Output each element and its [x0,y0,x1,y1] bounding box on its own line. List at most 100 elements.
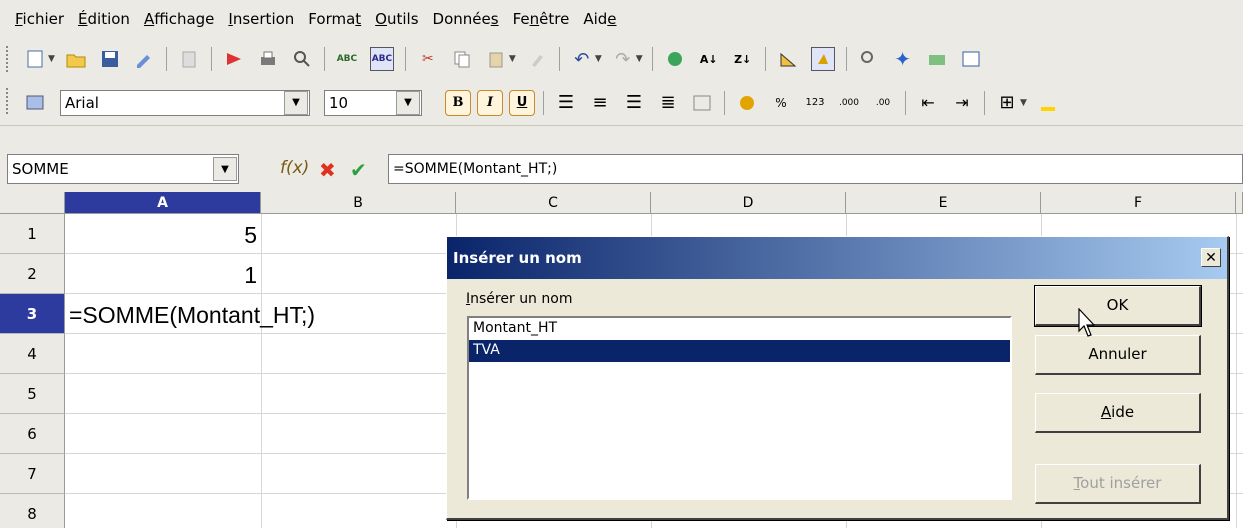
background-color-icon[interactable] [1037,92,1059,114]
menu-outils[interactable]: Outils [368,10,425,28]
chevron-down-icon[interactable]: ▼ [213,157,237,181]
cancel-icon[interactable]: ✖ [319,158,336,182]
menu-mnemonic: A [143,10,155,28]
function-wizard-icon[interactable]: f(x) [280,158,309,178]
toolbar-grip[interactable] [6,88,11,114]
row-header-2[interactable]: 2 [0,254,65,294]
export-pdf-icon[interactable] [223,48,245,70]
sort-descending-icon[interactable]: Z↓ [732,48,754,70]
styles-icon[interactable] [24,92,46,114]
pivot-table-icon[interactable] [810,47,835,71]
chart-icon[interactable] [777,48,799,70]
cell-a1[interactable]: 5 [65,222,257,249]
column-header-g[interactable] [1236,192,1243,214]
new-document-icon[interactable] [24,48,46,70]
formatting-toolbar: Arial ▼ 10 ▼ B I U ☰ ≡ ☰ ≣ % 123 .000 .0… [0,80,1243,125]
ok-button[interactable]: OK [1034,285,1202,327]
increase-indent-icon[interactable]: ⇥ [951,92,973,114]
redo-icon[interactable]: ↷ [612,48,634,70]
toolbar-grip[interactable] [6,46,11,72]
cut-icon[interactable]: ✂ [417,48,439,70]
row-header-6[interactable]: 6 [0,414,65,454]
close-icon[interactable]: ✕ [1201,248,1221,267]
open-folder-icon[interactable] [65,48,87,70]
autospellcheck-icon[interactable]: ABC [369,47,394,71]
italic-button[interactable]: I [477,89,503,116]
column-header-e[interactable]: E [846,192,1041,214]
navigator-icon[interactable]: ✦ [892,47,914,71]
menu-insertion[interactable]: Insertion [221,10,301,28]
cancel-button[interactable]: Annuler [1035,335,1201,375]
percent-format-icon[interactable]: % [770,92,792,114]
font-name-combo[interactable]: Arial ▼ [60,89,310,116]
names-listbox[interactable]: Montant_HT TVA [467,316,1012,500]
currency-format-icon[interactable] [736,92,758,114]
align-right-icon[interactable]: ☰ [623,92,645,114]
data-sources-icon[interactable] [960,48,982,70]
column-header-f[interactable]: F [1041,192,1236,214]
chevron-down-icon[interactable]: ▼ [636,54,643,64]
chevron-down-icon[interactable]: ▼ [396,90,420,115]
bold-button[interactable]: B [445,89,471,116]
clone-formatting-icon[interactable] [526,48,548,70]
column-label: B [353,195,363,211]
row-header-7[interactable]: 7 [0,454,65,494]
dialog-title-bar[interactable]: Insérer un nom [447,237,1227,279]
spellcheck-icon[interactable]: ABC [336,48,358,70]
list-item-montant-ht[interactable]: Montant_HT [469,318,1010,340]
chevron-down-icon[interactable]: ▼ [48,54,55,64]
find-icon[interactable] [858,48,880,70]
gallery-icon[interactable] [926,48,948,70]
row-header-5[interactable]: 5 [0,374,65,414]
paste-icon[interactable] [485,48,507,70]
accept-icon[interactable]: ✔ [350,158,367,182]
align-left-icon[interactable]: ☰ [555,92,577,114]
decrease-indent-icon[interactable]: ⇤ [917,92,939,114]
cell-a3[interactable]: =SOMME(Montant_HT;) [69,302,315,329]
menu-fenetre[interactable]: Fenêtre [506,10,577,28]
standard-format-icon[interactable]: 123 [804,92,826,114]
chevron-down-icon[interactable]: ▼ [284,90,308,115]
column-header-d[interactable]: D [651,192,846,214]
underline-button[interactable]: U [509,89,535,116]
chevron-down-icon[interactable]: ▼ [509,54,516,64]
sort-ascending-icon[interactable]: A↓ [698,48,720,70]
menu-donnees[interactable]: Données [426,10,506,28]
print-icon[interactable] [257,48,279,70]
edit-file-icon[interactable] [133,48,155,70]
add-decimal-icon[interactable]: .000 [838,92,860,114]
menu-edition[interactable]: Édition [71,10,137,28]
menu-aide[interactable]: Aide [576,10,623,28]
print-preview-icon[interactable] [291,48,313,70]
merge-cells-icon[interactable] [691,92,713,114]
corner-select-all[interactable] [0,192,65,214]
align-center-icon[interactable]: ≡ [589,92,611,114]
menu-affichage[interactable]: Affichage [137,10,221,28]
justify-icon[interactable]: ≣ [657,92,679,114]
help-button[interactable]: Aide [1035,393,1201,433]
copy-icon[interactable] [451,48,473,70]
chevron-down-icon[interactable]: ▼ [595,54,602,64]
cell-a2[interactable]: 1 [65,262,257,289]
column-header-a[interactable]: A [65,192,261,214]
remove-decimal-icon[interactable]: .00 [872,92,894,114]
list-item-tva[interactable]: TVA [469,340,1010,362]
name-box[interactable]: SOMME ▼ [7,154,239,184]
column-header-c[interactable]: C [456,192,651,214]
insert-all-button[interactable]: Tout insérer [1035,464,1201,504]
borders-icon[interactable]: ⊞ [996,92,1018,114]
undo-icon[interactable]: ↶ [571,48,593,70]
menu-format[interactable]: Format [301,10,368,28]
column-header-b[interactable]: B [261,192,456,214]
chevron-down-icon[interactable]: ▼ [1020,98,1027,108]
formula-input[interactable]: =SOMME(Montant_HT;) [388,154,1243,184]
menu-fichier[interactable]: Fichier [8,10,71,28]
edit-mode-icon[interactable] [178,48,200,70]
save-icon[interactable] [99,48,121,70]
row-header-1[interactable]: 1 [0,214,65,254]
row-header-4[interactable]: 4 [0,334,65,374]
hyperlink-icon[interactable] [664,48,686,70]
row-header-3[interactable]: 3 [0,294,65,334]
font-size-combo[interactable]: 10 ▼ [324,89,422,116]
row-header-8[interactable]: 8 [0,494,65,528]
